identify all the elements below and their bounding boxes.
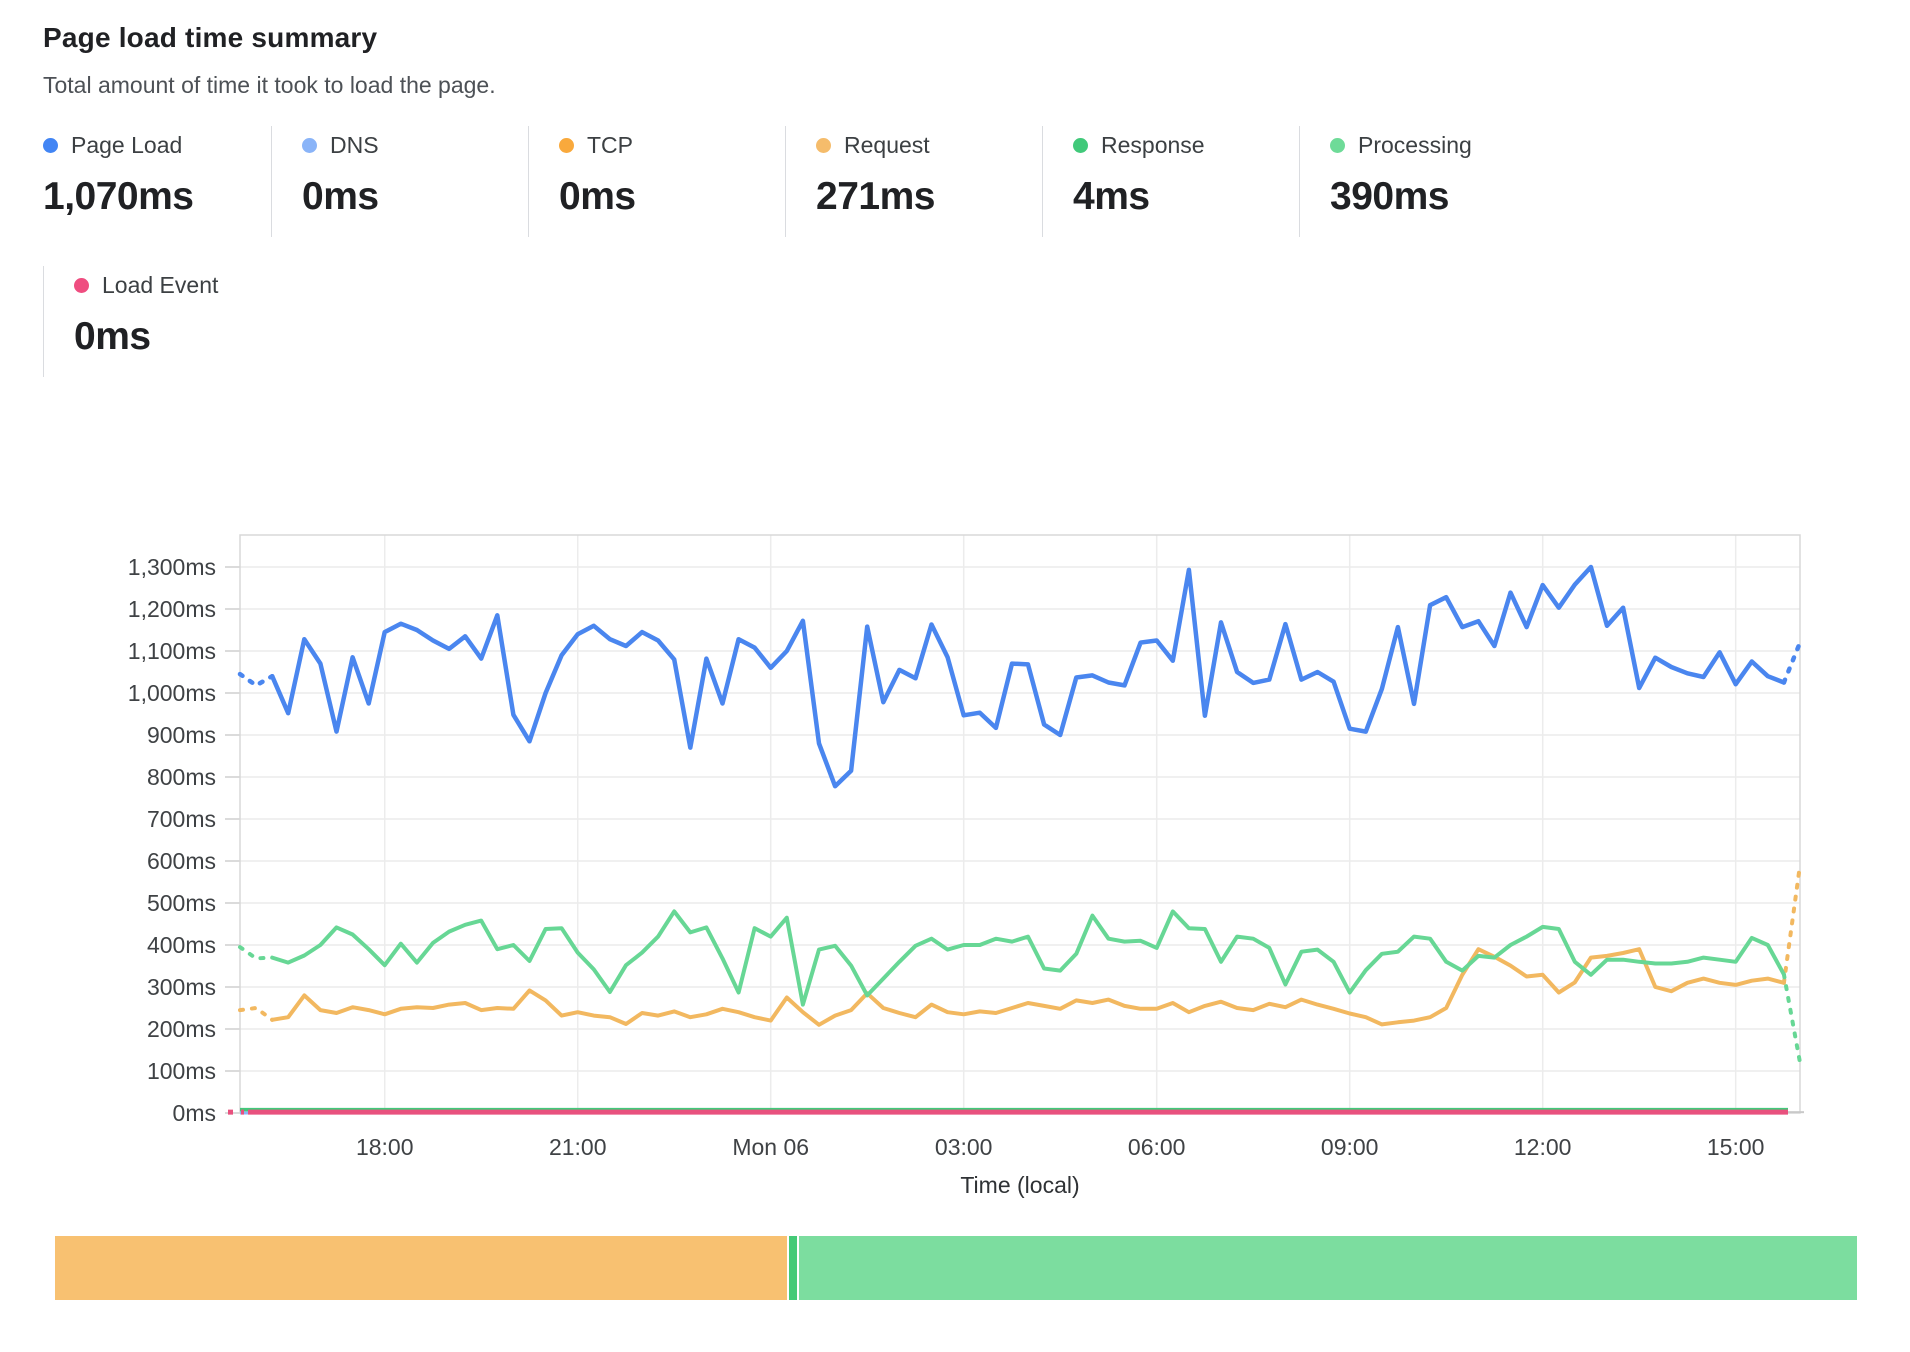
svg-text:0ms: 0ms (173, 1100, 216, 1126)
svg-text:12:00: 12:00 (1514, 1134, 1572, 1160)
page-load-time-chart[interactable]: 0ms 100ms 200ms 300ms 400ms 500ms 600ms 700ms 80… (0, 0, 1910, 1225)
svg-text:1,100ms: 1,100ms (128, 638, 216, 664)
svg-text:Mon 06: Mon 06 (732, 1134, 809, 1160)
svg-text:03:00: 03:00 (935, 1134, 993, 1160)
svg-text:300ms: 300ms (147, 974, 216, 1000)
svg-text:700ms: 700ms (147, 806, 216, 832)
svg-text:06:00: 06:00 (1128, 1134, 1186, 1160)
svg-text:18:00: 18:00 (356, 1134, 414, 1160)
page-load-summary-panel: Page load time summary Total amount of t… (0, 0, 1910, 1352)
breakdown-segment-response[interactable] (789, 1236, 797, 1300)
svg-text:Time (local): Time (local) (960, 1172, 1079, 1198)
svg-text:1,300ms: 1,300ms (128, 554, 216, 580)
svg-text:09:00: 09:00 (1321, 1134, 1379, 1160)
breakdown-segment-request[interactable] (55, 1236, 787, 1300)
timing-breakdown-bar (55, 1236, 1857, 1300)
svg-text:800ms: 800ms (147, 764, 216, 790)
svg-text:1,200ms: 1,200ms (128, 596, 216, 622)
svg-text:21:00: 21:00 (549, 1134, 607, 1160)
svg-text:200ms: 200ms (147, 1016, 216, 1042)
svg-text:600ms: 600ms (147, 848, 216, 874)
svg-text:1,000ms: 1,000ms (128, 680, 216, 706)
svg-text:500ms: 500ms (147, 890, 216, 916)
svg-text:15:00: 15:00 (1707, 1134, 1765, 1160)
breakdown-segment-processing[interactable] (799, 1236, 1857, 1300)
svg-text:100ms: 100ms (147, 1058, 216, 1084)
svg-text:900ms: 900ms (147, 722, 216, 748)
svg-text:400ms: 400ms (147, 932, 216, 958)
